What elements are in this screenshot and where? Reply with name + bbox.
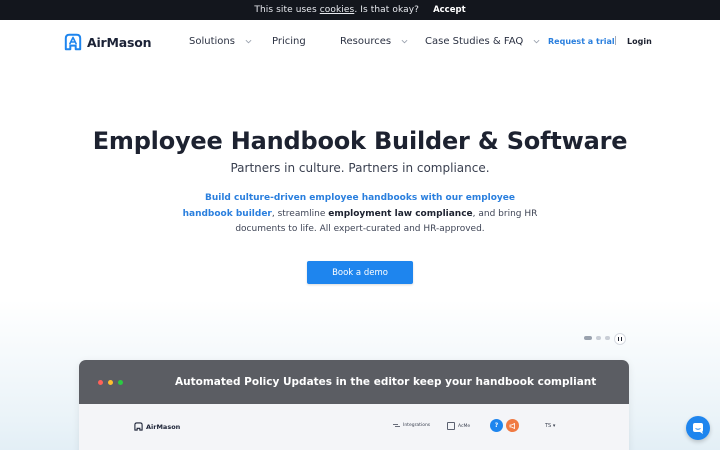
hero-title: Employee Handbook Builder & Software [92, 127, 628, 155]
header-separator: | [614, 36, 618, 46]
company-item: AcMe [447, 422, 470, 430]
airmason-logo-icon [64, 33, 82, 51]
book-demo-button[interactable]: Book a demo [307, 261, 413, 284]
chat-launcher-button[interactable] [686, 416, 710, 440]
nav-case-studies-label: Case Studies & FAQ [425, 36, 524, 47]
integrations-label: Integrations [403, 423, 431, 428]
editor-preview-content: AirMason Integrations AcMe ? TS ▾ [79, 404, 629, 450]
window-titlebar: Automated Policy Updates in the editor k… [79, 360, 629, 404]
company-icon [447, 422, 455, 430]
close-dot-icon [98, 380, 103, 385]
nav-resources-label: Resources [340, 36, 392, 47]
slider-dot[interactable] [596, 336, 601, 340]
window-controls [98, 380, 123, 385]
nav-pricing-label: Pricing [272, 36, 306, 47]
hero-description: Build culture-driven employee handbooks … [180, 191, 540, 238]
integrations-icon [393, 424, 400, 427]
nav-solutions-label: Solutions [189, 36, 235, 47]
nav-pricing[interactable]: Pricing [272, 36, 306, 47]
slider-dots [584, 336, 610, 340]
slider-pause-button[interactable] [614, 333, 626, 345]
airmason-logo-icon [134, 422, 143, 431]
chat-icon [693, 423, 703, 434]
user-initials: TS [545, 423, 552, 429]
cookie-suffix: . Is that okay? [354, 5, 420, 15]
airmason-logo[interactable]: AirMason [64, 33, 152, 51]
logo-text: AirMason [87, 34, 152, 50]
chevron-down-icon [533, 39, 540, 44]
minimize-dot-icon [108, 380, 113, 385]
nav-resources[interactable]: Resources [340, 36, 408, 47]
user-menu: TS ▾ [545, 423, 556, 429]
cookies-link[interactable]: cookies [320, 5, 355, 15]
cookie-message: This site uses cookies. Is that okay? [254, 5, 419, 15]
cookie-bar: This site uses cookies. Is that okay? Ac… [0, 0, 720, 20]
slider-dot[interactable] [584, 336, 592, 340]
employment-law-link[interactable]: employment law compliance [328, 209, 472, 219]
chevron-down-icon [245, 39, 252, 44]
integrations-item: Integrations [393, 423, 430, 428]
maximize-dot-icon [118, 380, 123, 385]
inner-logo-text: AirMason [146, 422, 181, 431]
site-header: AirMason Solutions Pricing Resources Cas… [0, 20, 720, 64]
slider-dot[interactable] [605, 336, 610, 340]
help-icon: ? [490, 419, 503, 432]
company-label: AcMe [458, 423, 471, 429]
login-link[interactable]: Login [627, 37, 652, 46]
megaphone-icon [506, 419, 519, 432]
desc-part1: , streamline [271, 208, 329, 219]
chevron-down-icon [401, 39, 408, 44]
editor-preview-window: Automated Policy Updates in the editor k… [79, 360, 629, 450]
inner-logo: AirMason [134, 422, 180, 431]
preview-title: Automated Policy Updates in the editor k… [175, 376, 597, 388]
cookie-prefix: This site uses [254, 5, 320, 15]
nav-solutions[interactable]: Solutions [189, 36, 252, 47]
hero-subtitle: Partners in culture. Partners in complia… [230, 161, 490, 175]
nav-case-studies[interactable]: Case Studies & FAQ [425, 36, 540, 47]
request-trial-link[interactable]: Request a trial [548, 37, 615, 46]
pause-icon [618, 337, 622, 341]
cookie-accept-button[interactable]: Accept [433, 5, 466, 15]
